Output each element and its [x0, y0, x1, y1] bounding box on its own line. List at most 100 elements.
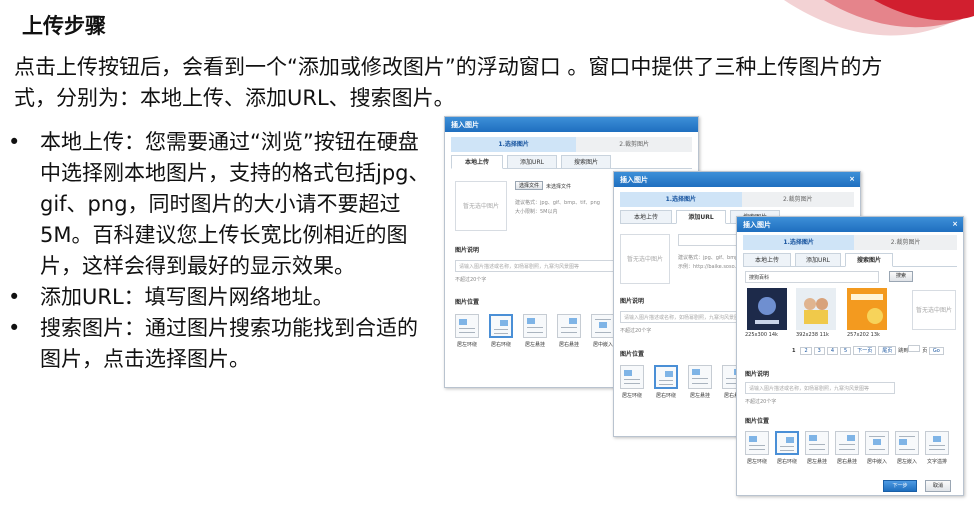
- step-crop-image: 2.裁剪图片: [576, 137, 692, 152]
- choose-file-button[interactable]: 选择文件: [515, 181, 543, 190]
- next-step-button[interactable]: 下一步: [883, 480, 917, 492]
- go-button[interactable]: Go: [928, 347, 944, 355]
- search-button[interactable]: 搜索: [889, 271, 913, 282]
- position-label: 图片位置: [745, 418, 770, 425]
- position-label: 图片位置: [455, 299, 480, 306]
- step-bar: 1.选择图片 2.裁剪图片: [620, 192, 854, 207]
- step-bar: 1.选择图片 2.裁剪图片: [743, 235, 957, 250]
- position-option[interactable]: [688, 365, 712, 389]
- bullet-local-upload: 本地上传：您需要通过“浏览”按钮在硬盘中选择刚本地图片，支持的格式包括jpg、g…: [8, 127, 438, 282]
- dialog-title: 插入图片: [451, 121, 479, 129]
- goto-page-input[interactable]: [908, 345, 921, 352]
- no-file-text: 未选择文件: [546, 184, 572, 190]
- image-placeholder: 暂无选中图片: [620, 234, 670, 284]
- description-label: 图片说明: [455, 247, 480, 254]
- step-select-image: 1.选择图片: [743, 235, 855, 250]
- search-result-thumbnail[interactable]: [796, 288, 836, 330]
- step-select-image: 1.选择图片: [620, 192, 742, 207]
- bullet-list: 本地上传：您需要通过“浏览”按钮在硬盘中选择刚本地图片，支持的格式包括jpg、g…: [8, 127, 438, 375]
- position-option[interactable]: [865, 431, 889, 455]
- position-label-left-wrap: 居左环绕: [746, 459, 767, 465]
- page-link[interactable]: 4: [826, 347, 839, 355]
- page-current: 1: [792, 348, 796, 354]
- pagination: 1 2 3 4 5 下一页 尾页 跳到 页 Go: [789, 345, 946, 355]
- format-hint: 建议格式：jpg、gif、bmp、tif、png: [515, 200, 600, 206]
- tab-bar: 本地上传 添加URL 搜索图片: [743, 253, 957, 267]
- intro-paragraph: 点击上传按钮后，会看到一个“添加或修改图片”的浮动窗口 。窗口中提供了三种上传图…: [14, 55, 883, 110]
- description-input[interactable]: 请输入图片描述或名称，如杨幂剧照，九寨沟风景图等: [455, 260, 615, 272]
- position-option[interactable]: [895, 431, 919, 455]
- description-input[interactable]: 请输入图片描述或名称，如杨幂剧照，九寨沟风景图等: [745, 382, 895, 394]
- position-label-left-hang: 居左悬挂: [524, 342, 545, 348]
- result-size: 392x238 11k: [796, 332, 829, 338]
- dialog-title: 插入图片: [620, 176, 648, 184]
- page-link[interactable]: 2: [800, 347, 812, 355]
- position-option[interactable]: [775, 431, 799, 455]
- tab-local-upload[interactable]: 本地上传: [620, 210, 672, 224]
- tab-add-url[interactable]: 添加URL: [507, 155, 557, 169]
- position-option[interactable]: [591, 314, 615, 338]
- image-placeholder: 暂无选中图片: [912, 290, 956, 330]
- search-input[interactable]: 搜狗百科: [745, 271, 879, 283]
- position-option[interactable]: [805, 431, 829, 455]
- position-label-right-hang: 居右悬挂: [558, 342, 579, 348]
- dialog-header: 插入图片: [445, 117, 698, 132]
- decorative-swoosh: [784, 0, 974, 36]
- close-icon[interactable]: ×: [950, 219, 960, 229]
- search-result-thumbnail[interactable]: [847, 288, 887, 330]
- tab-local-upload[interactable]: 本地上传: [451, 155, 503, 169]
- position-option[interactable]: [523, 314, 547, 338]
- dialog-header: 插入图片 ×: [737, 217, 963, 232]
- position-label-left-embed: 居左嵌入: [896, 459, 917, 465]
- cancel-button[interactable]: 取消: [925, 480, 951, 492]
- position-label-left-wrap: 居左环绕: [456, 342, 477, 348]
- result-size: 257x202 13k: [847, 332, 880, 338]
- goto-label: 跳到: [898, 348, 909, 354]
- position-option[interactable]: [835, 431, 859, 455]
- tab-add-url[interactable]: 添加URL: [676, 210, 726, 224]
- position-label-right-wrap: 居右环绕: [490, 342, 511, 348]
- bullet-add-url: 添加URL：填写图片网络地址。: [8, 282, 438, 313]
- page-link[interactable]: 5: [840, 347, 852, 355]
- dialog-title: 插入图片: [743, 221, 771, 229]
- position-label-right-wrap: 居右环绕: [655, 393, 676, 399]
- position-label: 图片位置: [620, 351, 645, 358]
- tab-local-upload[interactable]: 本地上传: [743, 253, 791, 267]
- description-limit: 不超过20个字: [745, 399, 777, 405]
- image-placeholder: 暂无选中图片: [455, 181, 507, 231]
- position-option[interactable]: [745, 431, 769, 455]
- size-hint: 大小限制：5M以内: [515, 209, 558, 215]
- position-label-center-embed: 居中嵌入: [866, 459, 887, 465]
- step-select-image: 1.选择图片: [451, 137, 577, 152]
- slide-title: 上传步骤: [22, 14, 106, 38]
- dialog-header: 插入图片 ×: [614, 172, 860, 187]
- tab-add-url[interactable]: 添加URL: [795, 253, 841, 267]
- position-option[interactable]: [620, 365, 644, 389]
- page-unit: 页: [922, 348, 928, 354]
- search-result-thumbnail[interactable]: [747, 288, 787, 330]
- close-icon[interactable]: ×: [847, 174, 857, 184]
- tab-search-image[interactable]: 搜索图片: [561, 155, 611, 169]
- step-crop-image: 2.裁剪图片: [741, 192, 854, 207]
- page-link[interactable]: 3: [813, 347, 825, 355]
- description-limit: 不超过20个字: [620, 328, 652, 334]
- tab-search-image[interactable]: 搜索图片: [845, 253, 893, 267]
- position-label-left-wrap: 居左环绕: [621, 393, 642, 399]
- bullet-search-image: 搜索图片：通过图片搜索功能找到合适的图片，点击选择图片。: [8, 313, 438, 375]
- position-label-right-hang: 居右悬挂: [836, 459, 857, 465]
- result-size: 225x300 14k: [745, 332, 778, 338]
- last-page-link[interactable]: 尾页: [878, 346, 897, 355]
- step-crop-image: 2.裁剪图片: [854, 235, 957, 250]
- next-page-link[interactable]: 下一页: [853, 346, 877, 355]
- position-option[interactable]: [654, 365, 678, 389]
- url-example: 示例：http://baike.soso...: [678, 264, 740, 270]
- dialog-search-image: 插入图片 × 1.选择图片 2.裁剪图片 本地上传 添加URL 搜索图片 搜狗百…: [736, 216, 964, 496]
- position-option[interactable]: [455, 314, 479, 338]
- position-option[interactable]: [557, 314, 581, 338]
- tab-bar: 本地上传 添加URL 搜索图片: [451, 155, 692, 169]
- position-option[interactable]: [925, 431, 949, 455]
- position-label-text-overflow: 文字溢排: [926, 459, 947, 465]
- position-label-left-hang: 居左悬挂: [689, 393, 710, 399]
- position-label-right-wrap: 居右环绕: [776, 459, 797, 465]
- position-option[interactable]: [489, 314, 513, 338]
